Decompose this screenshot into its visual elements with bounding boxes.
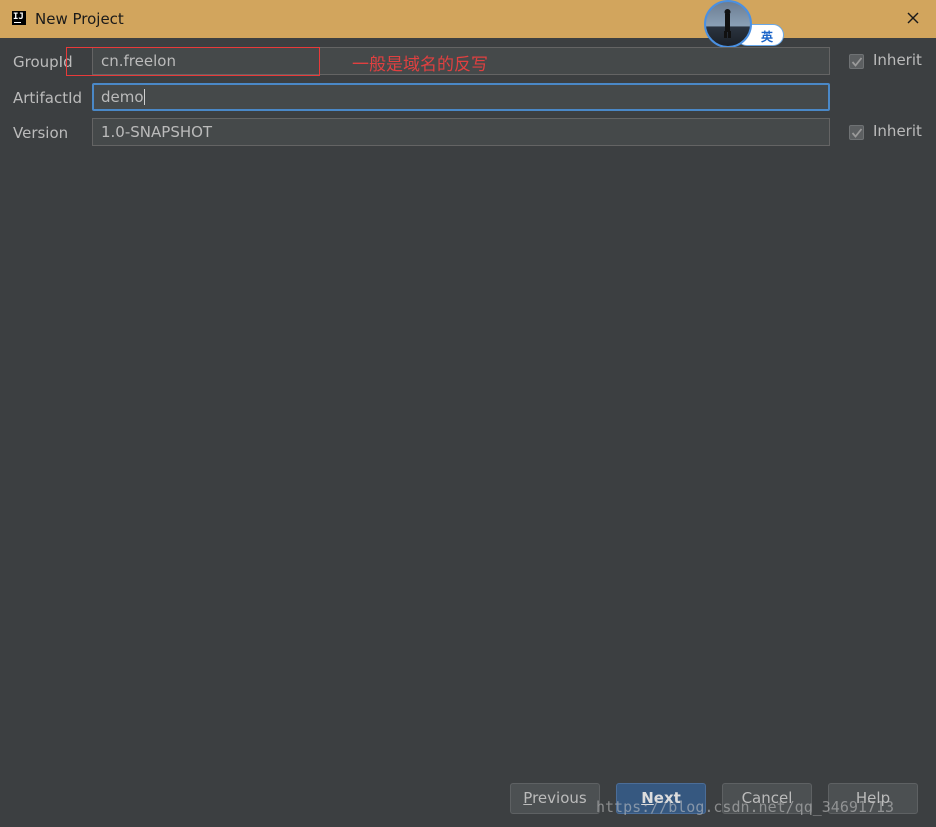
ime-language-indicator[interactable]: 英 (704, 0, 786, 50)
artifactid-label: ArtifactId (13, 89, 83, 107)
version-value: 1.0-SNAPSHOT (101, 123, 213, 141)
annotation-text: 一般是域名的反写 (352, 55, 488, 75)
text-caret (143, 89, 145, 105)
checkmark-icon (851, 128, 863, 138)
checkmark-icon (851, 57, 863, 67)
version-inherit-label: Inherit (873, 122, 922, 140)
intellij-app-icon: IJ (12, 11, 26, 25)
version-label: Version (13, 124, 69, 142)
previous-button[interactable]: Previous (510, 783, 600, 814)
person-silhouette-icon (724, 9, 731, 38)
version-input[interactable]: 1.0-SNAPSHOT (92, 118, 830, 146)
close-icon[interactable] (903, 8, 923, 28)
checkbox-box (849, 125, 864, 140)
app-icon-text: IJ (13, 12, 24, 22)
previous-mnemonic: P (523, 789, 533, 807)
groupid-label: GroupId (13, 53, 73, 71)
window-title: New Project (35, 10, 124, 28)
artifactid-input[interactable]: demo (92, 83, 830, 111)
avatar (704, 0, 752, 48)
annotation-highlight-box (66, 47, 320, 76)
ime-mode-text: 英 (761, 30, 774, 44)
checkbox-box (849, 54, 864, 69)
previous-label-rest: revious (532, 789, 587, 807)
groupid-inherit-label: Inherit (873, 51, 922, 69)
watermark-url: https://blog.csdn.net/qq_34691713 (596, 798, 895, 816)
title-bar: IJ New Project (0, 0, 936, 38)
artifactid-value: demo (101, 88, 144, 106)
